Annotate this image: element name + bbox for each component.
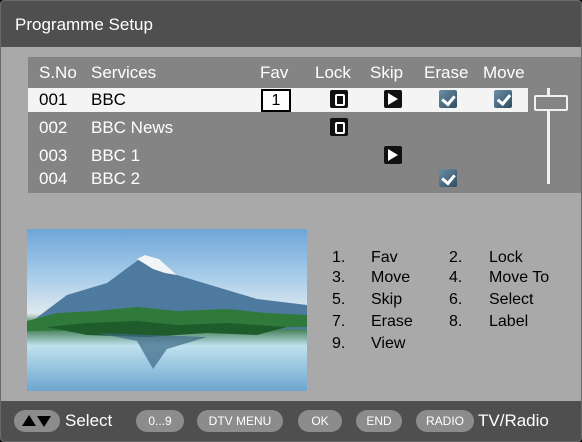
column-header-move: Move [483, 63, 525, 82]
down-arrow-icon [37, 416, 51, 427]
row-service-name: BBC News [91, 118, 174, 137]
legend-num: 5. [332, 291, 346, 308]
column-header-erase: Erase [424, 63, 469, 82]
channel-table: S.No Services Fav Lock Skip Erase Move 0… [28, 57, 581, 193]
radio-button[interactable]: RADIO [416, 410, 474, 432]
legend-num: 4. [449, 269, 463, 286]
scrollbar-thumb[interactable] [534, 95, 568, 111]
digits-button[interactable]: 0...9 [136, 410, 184, 432]
legend-label-move: Move [371, 269, 411, 286]
legend-num: 2. [449, 249, 463, 266]
column-header-sno: S.No [39, 63, 77, 82]
skip-icon[interactable] [384, 90, 402, 108]
column-header-lock: Lock [315, 63, 351, 82]
table-row[interactable]: 004 BBC 2 [28, 167, 528, 191]
key-hint-bar: Select 0...9 DTV MENU OK END RADIO TV/Ra… [1, 401, 581, 441]
legend-label-skip: Skip [371, 291, 403, 308]
legend-num: 1. [332, 249, 346, 266]
table-row[interactable]: 001 BBC 1 [28, 88, 528, 112]
table-row[interactable]: 002 BBC News [28, 116, 528, 140]
row-service-name: BBC 1 [91, 146, 141, 165]
legend-num: 3. [332, 269, 346, 286]
legend-label-fav: Fav [371, 249, 398, 266]
legend-label-erase: Erase [371, 313, 413, 330]
tv-screen: Programme Setup S.No Services Fav Lock S… [0, 0, 582, 442]
mountain-lake-picture [27, 255, 307, 369]
legend-num: 6. [449, 291, 463, 308]
select-hint-label: Select [65, 411, 113, 430]
legend-num: 8. [449, 313, 463, 330]
tv-radio-label: TV/Radio [478, 411, 549, 430]
row-sno: 001 [39, 90, 68, 109]
dtv-menu-button[interactable]: DTV MENU [197, 410, 283, 432]
legend-label-lock: Lock [489, 249, 523, 266]
row-sno: 004 [39, 169, 68, 188]
lock-icon[interactable] [330, 118, 348, 136]
row-sno: 002 [39, 118, 68, 137]
legend-label-select: Select [489, 291, 534, 308]
up-arrow-icon [22, 415, 36, 426]
column-header-fav: Fav [260, 63, 289, 82]
ok-button[interactable]: OK [298, 410, 342, 432]
move-check-icon[interactable] [494, 90, 512, 108]
lock-icon[interactable] [330, 90, 348, 108]
title-bar: Programme Setup [1, 1, 581, 47]
legend-label-view: View [371, 335, 406, 352]
column-header-skip: Skip [370, 63, 404, 82]
legend-num: 9. [332, 335, 346, 352]
legend-num: 7. [332, 313, 346, 330]
row-sno: 003 [39, 146, 68, 165]
row-service-name: BBC 2 [91, 169, 141, 188]
skip-icon[interactable] [384, 146, 402, 164]
legend-label-move-to: Move To [489, 269, 550, 286]
table-row[interactable]: 003 BBC 1 [28, 144, 528, 168]
window-title: Programme Setup [15, 15, 153, 34]
row-service-name: BBC [91, 90, 126, 109]
fav-number-box[interactable]: 1 [261, 89, 291, 112]
column-header-services: Services [91, 63, 157, 82]
end-button[interactable]: END [356, 410, 402, 432]
legend-label-label: Label [489, 313, 529, 330]
up-down-arrows-button[interactable] [14, 410, 60, 432]
programme-setup-window: Programme Setup S.No Services Fav Lock S… [0, 0, 582, 442]
erase-check-icon[interactable] [439, 90, 457, 108]
erase-check-icon[interactable] [439, 169, 457, 187]
channel-preview-image [27, 229, 307, 391]
